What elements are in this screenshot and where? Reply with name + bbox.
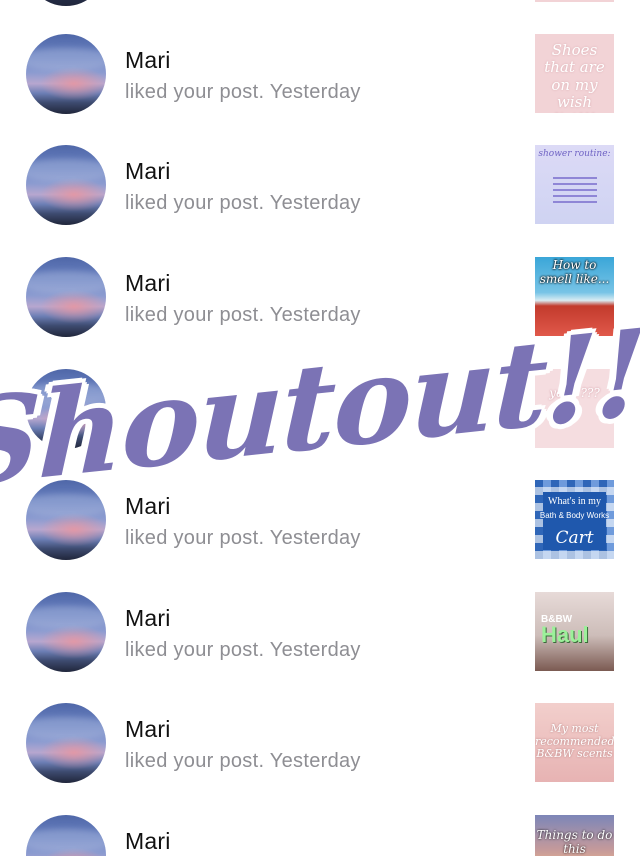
thumbnail-caption: How to smell like... xyxy=(539,258,610,286)
post-thumbnail[interactable]: Shoes that are on my wish list!!! xyxy=(535,34,614,113)
avatar[interactable] xyxy=(26,592,106,672)
username[interactable]: Mari xyxy=(125,270,171,297)
thumbnail-caption: shower routine: xyxy=(538,149,611,159)
notification-row[interactable]: Mari liked your post. Yesterday shower r… xyxy=(0,128,640,240)
thumbnail-big-text: Cart xyxy=(555,528,594,548)
username[interactable]: Mari xyxy=(125,716,171,743)
notification-row[interactable]: Mari Things to do this xyxy=(0,798,640,856)
username[interactable]: Mari xyxy=(125,493,171,520)
notification-row[interactable]: Mari liked your post. Yesterday What's i… xyxy=(0,463,640,575)
thumbnail-caption: What's in my xyxy=(548,496,601,507)
post-thumbnail[interactable]: My most recommended B&BW scents xyxy=(535,703,614,782)
username[interactable]: Mari xyxy=(125,828,171,855)
thumbnail-subcaption: Bath & Body Works xyxy=(539,511,610,520)
avatar[interactable] xyxy=(26,480,106,560)
thumbnail-big-text: Haul xyxy=(541,622,589,647)
notification-row[interactable]: Mari liked your post. Yesterday My most … xyxy=(0,686,640,798)
activity-list: Mari liked your post. Yesterday Shoes th… xyxy=(0,0,640,856)
avatar[interactable] xyxy=(26,257,106,337)
username[interactable]: Mari xyxy=(125,47,171,74)
username[interactable]: Mari xyxy=(125,605,171,632)
avatar[interactable] xyxy=(26,34,106,114)
thumbnail-text-lines xyxy=(553,173,597,207)
notification-row[interactable]: Mari liked your post. Yesterday Shoes th… xyxy=(0,17,640,129)
notification-row[interactable]: Mari liked your post. Yesterday How to s… xyxy=(0,240,640,352)
thumbnail-caption: your ??? xyxy=(549,386,600,400)
notification-text: liked your post. Yesterday xyxy=(125,639,361,661)
post-thumbnail[interactable]: shower routine: xyxy=(535,145,614,224)
notification-text: liked your post. Yesterday xyxy=(125,750,361,772)
notification-text: liked your post. Yesterday xyxy=(125,304,361,326)
avatar[interactable] xyxy=(26,369,106,449)
post-thumbnail[interactable] xyxy=(535,0,614,2)
avatar[interactable] xyxy=(26,815,106,856)
avatar[interactable] xyxy=(26,145,106,225)
thumbnail-caption: Shoes that are on my wish list!!! xyxy=(544,41,605,113)
avatar[interactable] xyxy=(26,703,106,783)
notification-text: liked your post. Yesterday xyxy=(125,527,361,549)
notification-row[interactable]: your ??? xyxy=(0,352,640,464)
post-thumbnail[interactable]: B&BW Haul xyxy=(535,592,614,671)
post-thumbnail[interactable]: your ??? xyxy=(535,369,614,448)
notification-row[interactable]: Mari liked your post. Yesterday B&BW Hau… xyxy=(0,575,640,687)
thumbnail-caption: My most recommended B&BW scents xyxy=(535,722,614,761)
avatar[interactable] xyxy=(26,0,106,6)
username[interactable]: Mari xyxy=(125,158,171,185)
notification-text: liked your post. Yesterday xyxy=(125,81,361,103)
post-thumbnail[interactable]: How to smell like... xyxy=(535,257,614,336)
thumbnail-caption: Things to do this xyxy=(536,828,613,856)
notification-text: liked your post. Yesterday xyxy=(125,192,361,214)
post-thumbnail[interactable]: What's in my Bath & Body Works Cart xyxy=(535,480,614,559)
post-thumbnail[interactable]: Things to do this xyxy=(535,815,614,856)
